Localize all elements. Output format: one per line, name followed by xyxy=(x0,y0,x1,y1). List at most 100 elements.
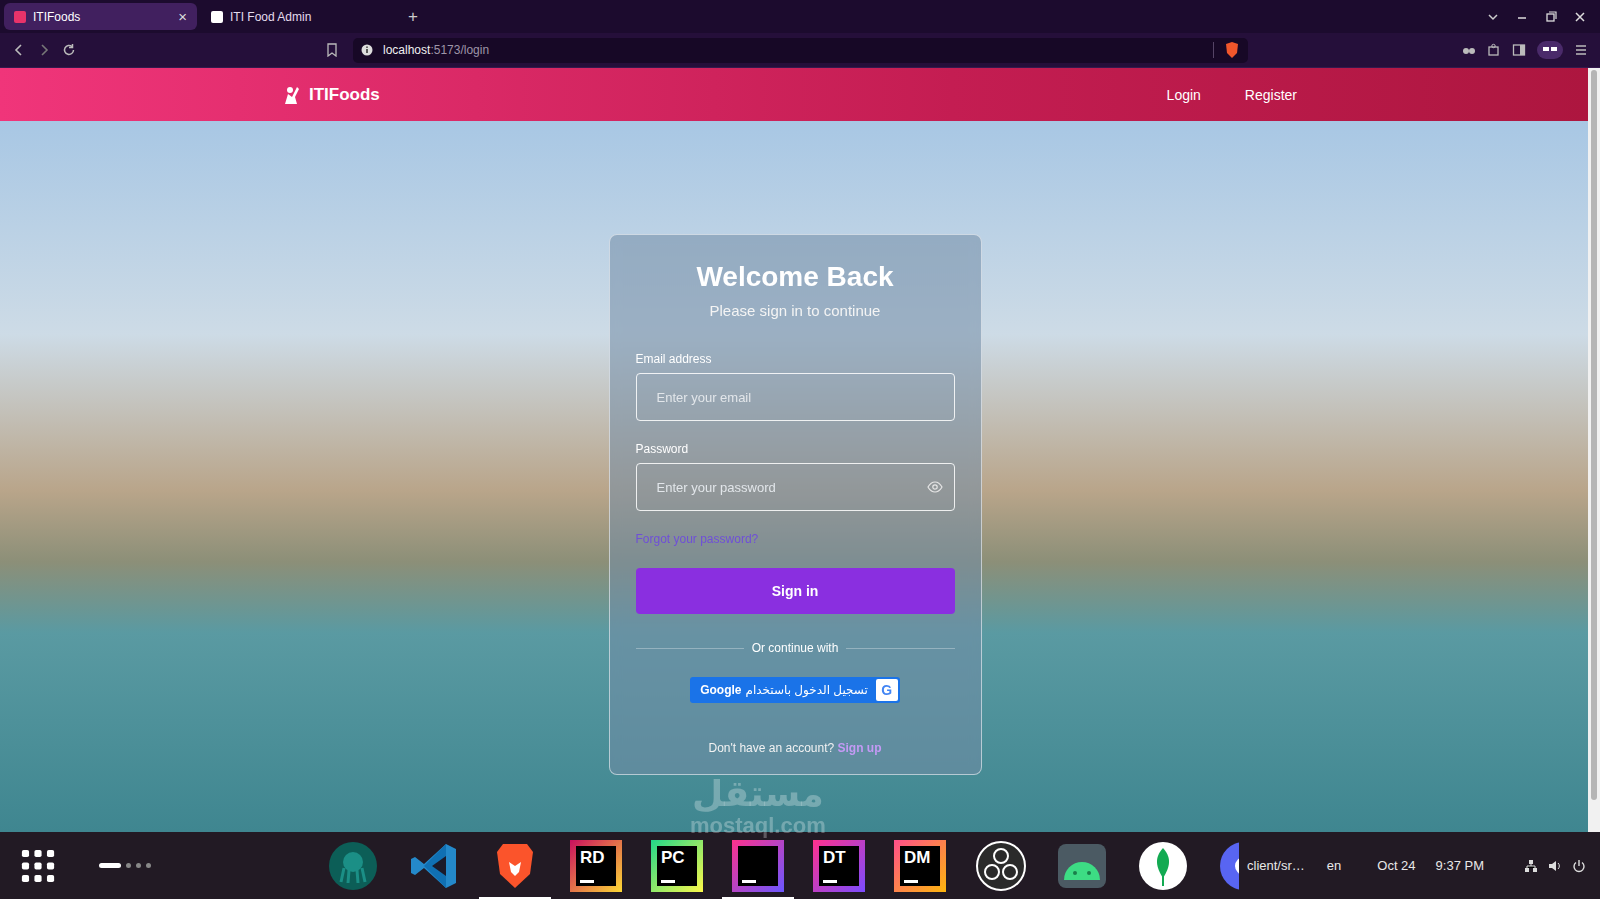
system-tray xyxy=(1524,859,1600,873)
forward-icon[interactable] xyxy=(37,43,51,57)
app-grid-icon[interactable] xyxy=(21,847,55,885)
tab-label: ITIFoods xyxy=(33,10,171,24)
extension-icon[interactable] xyxy=(1462,43,1476,57)
jetbrains-icon: RD xyxy=(570,840,622,892)
field-label: Email address xyxy=(636,351,955,367)
google-icon: G xyxy=(876,679,898,701)
browser-tab[interactable]: ITIFoods × xyxy=(4,3,197,30)
favicon-icon xyxy=(211,11,223,23)
dock-app[interactable] xyxy=(325,832,381,899)
workspace-dot[interactable] xyxy=(126,863,131,868)
brand-logo[interactable]: ITIFoods xyxy=(281,85,380,105)
browser-toolbar: localhost:5173/login xyxy=(0,33,1600,68)
text-input[interactable] xyxy=(637,464,927,510)
taskbar: RD PC DT DM client/sr… en Oct 249:37 PM xyxy=(0,832,1600,899)
workspace-dot[interactable] xyxy=(99,863,121,868)
address-bar[interactable]: localhost:5173/login xyxy=(353,38,1248,63)
dock-app[interactable] xyxy=(406,832,462,899)
nav-link[interactable]: Register xyxy=(1245,87,1297,103)
puzzle-icon[interactable] xyxy=(1487,43,1501,57)
chef-icon xyxy=(281,85,303,105)
running-indicator xyxy=(722,897,794,899)
signup-prompt: Don't have an account? Sign up xyxy=(636,740,955,756)
reload-icon[interactable] xyxy=(62,43,76,57)
vscode-icon xyxy=(408,840,460,892)
google-sign-in-button[interactable]: تسجيل الدخول باستخدام Google G xyxy=(690,677,900,703)
scrollbar[interactable] xyxy=(1588,68,1600,832)
tab-close-button[interactable]: × xyxy=(178,8,187,25)
sign-up-link[interactable]: Sign up xyxy=(838,741,882,755)
url-text: localhost:5173/login xyxy=(383,43,1203,57)
obs-icon xyxy=(975,840,1027,892)
jetbrains-icon xyxy=(732,840,784,892)
back-icon[interactable] xyxy=(12,43,26,57)
watermark: مستقل mostaql.com xyxy=(690,774,826,838)
toolbar-extensions xyxy=(1462,41,1600,59)
tab-label: ITI Food Admin xyxy=(230,10,384,24)
browser-tab[interactable]: ITI Food Admin xyxy=(201,3,394,30)
dock-app[interactable] xyxy=(1216,832,1239,899)
menu-icon[interactable] xyxy=(1574,43,1588,57)
dock-app[interactable] xyxy=(1054,832,1110,899)
network-icon[interactable] xyxy=(1524,859,1538,873)
jetbrains-icon: DT xyxy=(813,840,865,892)
wallet-button[interactable] xyxy=(1537,41,1563,59)
text-input[interactable] xyxy=(637,374,954,420)
web-page: ITIFoods Login Register Welcome Back Plea… xyxy=(0,68,1600,832)
workspace-indicator[interactable] xyxy=(99,863,151,868)
favicon-icon xyxy=(14,11,26,23)
info-icon[interactable] xyxy=(361,44,373,56)
nav-link[interactable]: Login xyxy=(1167,87,1201,103)
dock-apps: RD PC DT DM xyxy=(325,832,1239,899)
dock-app[interactable] xyxy=(487,832,543,899)
power-icon[interactable] xyxy=(1572,859,1586,873)
input-box xyxy=(636,463,955,511)
login-subtitle: Please sign in to continue xyxy=(636,301,955,321)
forgot-password-link[interactable]: Forgot your password? xyxy=(636,531,955,547)
chat-app-icon xyxy=(1218,840,1239,892)
divider: Or continue with xyxy=(636,640,955,656)
eye-icon[interactable] xyxy=(927,481,943,493)
sidebar-icon[interactable] xyxy=(1512,43,1526,57)
dock-app[interactable]: PC xyxy=(649,832,705,899)
dock-app[interactable] xyxy=(973,832,1029,899)
field-label: Password xyxy=(636,441,955,457)
volume-icon[interactable] xyxy=(1548,859,1562,873)
dock-app[interactable] xyxy=(1135,832,1191,899)
jetbrains-icon: PC xyxy=(651,840,703,892)
maximize-icon[interactable] xyxy=(1545,11,1557,23)
bookmark-icon[interactable] xyxy=(325,43,339,57)
jetbrains-icon: DM xyxy=(894,840,946,892)
clock[interactable]: Oct 249:37 PM xyxy=(1377,858,1484,873)
workspace-dot[interactable] xyxy=(146,863,151,868)
login-title: Welcome Back xyxy=(636,259,955,295)
glasses-icon xyxy=(1542,45,1558,55)
desktop: ITIFoods × ITI Food Admin + localhost:51… xyxy=(0,0,1600,899)
workspace-dot[interactable] xyxy=(136,863,141,868)
form-field: Password xyxy=(636,441,955,511)
dock-app[interactable]: DT xyxy=(811,832,867,899)
brand-name: ITIFoods xyxy=(309,85,380,105)
navbar: ITIFoods Login Register xyxy=(0,68,1588,121)
dock-app[interactable]: DM xyxy=(892,832,948,899)
gitkraken-icon xyxy=(327,840,379,892)
new-tab-button[interactable]: + xyxy=(408,7,418,27)
input-box xyxy=(636,373,955,421)
google-button-label: تسجيل الدخول باستخدام Google xyxy=(692,679,876,701)
form-field: Email address xyxy=(636,351,955,421)
active-task[interactable]: client/sr… xyxy=(1247,858,1305,873)
android-studio-icon xyxy=(1056,840,1108,892)
login-card: Welcome Back Please sign in to continue … xyxy=(609,234,982,775)
chevron-down-icon[interactable] xyxy=(1487,11,1499,23)
mongodb-compass-icon xyxy=(1137,840,1189,892)
background-photo: Welcome Back Please sign in to continue … xyxy=(0,121,1588,832)
page-content: ITIFoods Login Register Welcome Back Plea… xyxy=(0,68,1588,832)
dock-app[interactable] xyxy=(730,832,786,899)
brave-shield-icon[interactable] xyxy=(1224,41,1240,59)
running-indicator xyxy=(479,897,551,899)
close-window-icon[interactable] xyxy=(1574,11,1586,23)
dock-app[interactable]: RD xyxy=(568,832,624,899)
minimize-icon[interactable] xyxy=(1516,11,1528,23)
sign-in-button[interactable]: Sign in xyxy=(636,568,955,614)
keyboard-language[interactable]: en xyxy=(1327,858,1341,873)
